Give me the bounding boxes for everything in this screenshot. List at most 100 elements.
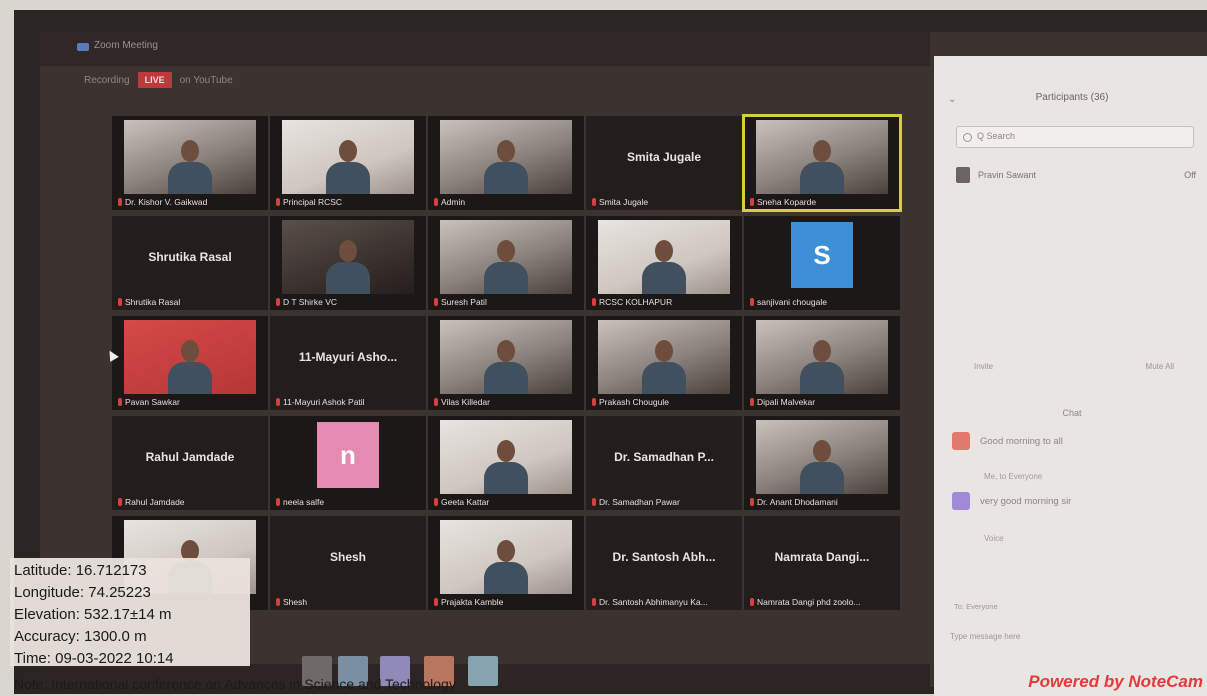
participant-name: Sneha Koparde — [757, 197, 817, 207]
participant-tile[interactable]: Sneha Koparde — [742, 114, 902, 212]
participant-name-label: Prakash Chougule — [592, 397, 738, 407]
person-silhouette — [642, 334, 686, 394]
participant-name: Principal RCSC — [283, 197, 343, 207]
muted-mic-icon — [750, 198, 754, 206]
participant-tile[interactable]: 11-Mayuri Asho... 11-Mayuri Ashok Patil — [270, 316, 426, 410]
person-silhouette — [484, 334, 528, 394]
participant-tile[interactable]: D T Shirke VC — [270, 216, 426, 310]
participant-tile[interactable]: Prajakta Kamble — [428, 516, 584, 610]
participant-tile[interactable]: Dr. Santosh Abh... Dr. Santosh Abhimanyu … — [586, 516, 742, 610]
avatar: n — [317, 422, 379, 488]
participant-tile[interactable]: Ssanjivani chougale — [744, 216, 900, 310]
participant-name-label: Shesh — [276, 597, 422, 607]
participant-name-label: RCSC KOLHAPUR — [592, 297, 738, 307]
participant-name: Dr. Samadhan Pawar — [599, 497, 680, 507]
participant-name-label: Geeta Kattar — [434, 497, 580, 507]
muted-mic-icon — [118, 398, 122, 406]
app-icon[interactable] — [468, 656, 498, 686]
muted-mic-icon — [118, 498, 122, 506]
person-silhouette — [168, 134, 212, 194]
meeting-toolbar: Recording LIVE on YouTube — [84, 70, 233, 90]
participant-name-label: Admin — [434, 197, 580, 207]
chat-input[interactable]: Type message here — [950, 632, 1020, 641]
participant-tile[interactable]: RCSC KOLHAPUR — [586, 216, 742, 310]
participant-tile[interactable]: Rahul Jamdade Rahul Jamdade — [112, 416, 268, 510]
person-silhouette — [484, 434, 528, 494]
invite-button[interactable]: Invite — [974, 362, 993, 371]
muted-mic-icon — [592, 598, 596, 606]
person-silhouette — [326, 134, 370, 194]
participant-search-input[interactable]: Q Search — [956, 126, 1194, 148]
chat-message: very good morning sir — [952, 492, 1200, 510]
participant-tile[interactable]: Namrata Dangi... Namrata Dangi phd zoolo.… — [744, 516, 900, 610]
participant-name-label: Dr. Santosh Abhimanyu Ka... — [592, 597, 738, 607]
participant-name-label: Dr. Samadhan Pawar — [592, 497, 738, 507]
mute-all-button[interactable]: Mute All — [1146, 362, 1174, 371]
participant-name-label: neela salfe — [276, 497, 422, 507]
live-badge[interactable]: LIVE — [137, 72, 172, 88]
participant-tile[interactable]: Suresh Patil — [428, 216, 584, 310]
participant-video — [282, 220, 414, 294]
participant-tile[interactable]: Principal RCSC — [270, 116, 426, 210]
participant-name: Prakash Chougule — [599, 397, 669, 407]
participant-display-name: Namrata Dangi... — [774, 550, 870, 564]
accuracy-text: Accuracy: 1300.0 m — [14, 628, 147, 645]
participant-name-label: 11-Mayuri Ashok Patil — [276, 397, 422, 407]
participant-name: 11-Mayuri Ashok Patil — [283, 397, 365, 407]
muted-mic-icon — [434, 298, 438, 306]
participant-video — [598, 220, 730, 294]
muted-mic-icon — [118, 198, 122, 206]
participant-name: Pavan Sawkar — [125, 397, 180, 407]
participant-name: Shesh — [283, 597, 308, 607]
participant-video — [756, 120, 888, 194]
longitude-text: Longitude: 74.25223 — [14, 584, 151, 601]
youtube-stream-label[interactable]: on YouTube — [180, 75, 233, 86]
participant-name: neela salfe — [283, 497, 325, 507]
participant-name-label: Sneha Koparde — [750, 197, 896, 207]
time-text: Time: 09-03-2022 10:14 — [14, 650, 174, 667]
participant-name-label: Principal RCSC — [276, 197, 422, 207]
participant-tile[interactable]: Vilas Killedar — [428, 316, 584, 410]
participant-row[interactable]: Pravin Sawant Off — [956, 166, 1196, 184]
person-silhouette — [800, 334, 844, 394]
title-bar: Zoom Meeting — [40, 32, 930, 66]
participant-tile[interactable]: Admin — [428, 116, 584, 210]
muted-mic-icon — [750, 398, 754, 406]
participant-name: sanjivani chougale — [757, 297, 827, 307]
participant-name: Dipali Malvekar — [757, 397, 816, 407]
participant-video — [756, 320, 888, 394]
participant-video — [124, 320, 256, 394]
participant-tile[interactable]: Shesh Shesh — [270, 516, 426, 610]
participant-tile[interactable]: Dr. Samadhan P... Dr. Samadhan Pawar — [586, 416, 742, 510]
participant-name: Dr. Anant Dhodamani — [757, 497, 838, 507]
muted-mic-icon — [592, 298, 596, 306]
recording-indicator[interactable]: Recording — [84, 75, 130, 86]
participant-tile[interactable]: Dr. Kishor V. Gaikwad — [112, 116, 268, 210]
participant-name-label: Pavan Sawkar — [118, 397, 264, 407]
participant-display-name: Shrutika Rasal — [148, 250, 232, 264]
participant-name-label: Suresh Patil — [434, 297, 580, 307]
participant-name-label: Smita Jugale — [592, 197, 738, 207]
participant-tile[interactable]: Pavan Sawkar — [112, 316, 268, 410]
participants-title: Participants (36) — [1035, 92, 1109, 103]
participant-tile[interactable]: Geeta Kattar — [428, 416, 584, 510]
muted-mic-icon — [276, 198, 280, 206]
muted-mic-icon — [750, 298, 754, 306]
participant-display-name: Smita Jugale — [626, 150, 702, 164]
participant-tile[interactable]: n neela salfe — [270, 416, 426, 510]
participant-name: Shrutika Rasal — [125, 297, 181, 307]
participant-tile[interactable]: Dipali Malvekar — [744, 316, 900, 410]
participant-display-name: Rahul Jamdade — [145, 450, 235, 464]
elevation-text: Elevation: 532.17±14 m — [14, 606, 172, 623]
chat-recipient[interactable]: To: Everyone — [954, 602, 998, 611]
participant-display-name: Shesh — [329, 550, 366, 564]
avatar: S — [791, 222, 853, 288]
participant-tile[interactable]: Smita Jugale Smita Jugale — [586, 116, 742, 210]
participant-tile[interactable]: Dr. Anant Dhodamani — [744, 416, 900, 510]
participant-name-label: sanjivani chougale — [750, 297, 896, 307]
participant-tile[interactable]: Shrutika Rasal Shrutika Rasal — [112, 216, 268, 310]
panel-actions: Invite Mute All — [974, 362, 1174, 371]
participant-tile[interactable]: Prakash Chougule — [586, 316, 742, 410]
muted-mic-icon — [434, 498, 438, 506]
muted-mic-icon — [592, 498, 596, 506]
